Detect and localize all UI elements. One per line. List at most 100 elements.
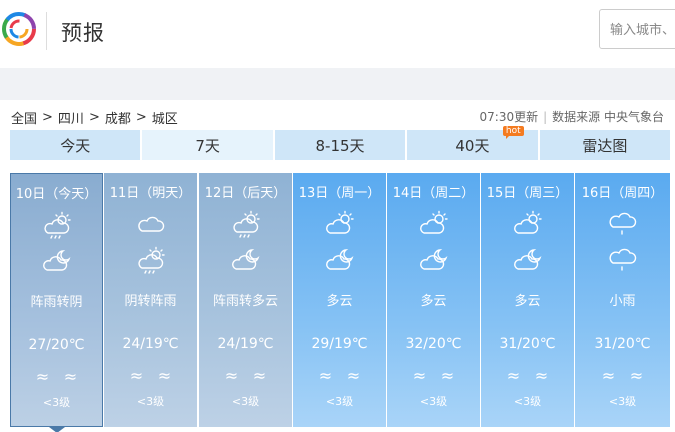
weather-condition: 阵雨转阴 xyxy=(30,295,83,310)
wind-level: <3级 xyxy=(325,395,354,408)
wind-level: <3级 xyxy=(513,395,542,408)
thunder-shower-icon xyxy=(137,246,165,274)
forecast-tabs: 今天 7天 8-15天 40天 hot 雷达图 xyxy=(10,126,671,160)
tab-label: 40天 xyxy=(455,136,490,155)
tab-40-days[interactable]: 40天 hot xyxy=(407,126,538,160)
tab-8-15-days[interactable]: 8-15天 xyxy=(274,130,406,160)
wind-level: <3级 xyxy=(419,395,448,408)
partly-cloudy-night-icon xyxy=(42,250,70,271)
update-meta: 07:30更新 | 数据来源 中央气象台 xyxy=(480,108,664,125)
light-rain-icon xyxy=(608,212,636,235)
ad-band xyxy=(0,68,675,100)
breadcrumb-separator: > xyxy=(88,110,100,125)
wind-icon: ≈ xyxy=(346,366,361,385)
weather-condition: 阵雨转多云 xyxy=(212,294,278,309)
breadcrumb-province[interactable]: 四川 xyxy=(58,108,84,127)
weather-condition: 多云 xyxy=(514,294,541,309)
header-divider xyxy=(46,12,47,50)
temperature-range: 29/19℃ xyxy=(311,336,368,352)
temperature-range: 32/20℃ xyxy=(405,336,462,352)
temperature-range: 31/20℃ xyxy=(594,336,651,352)
selected-day-pointer xyxy=(49,427,65,432)
page-title: 预报 xyxy=(61,21,105,45)
tab-label: 雷达图 xyxy=(582,136,628,155)
breadcrumb: 全国 > 四川 > 成都 > 城区 xyxy=(11,108,178,127)
day-card[interactable]: 16日（周四） 小雨 31/20℃ ≈ ≈ <3级 xyxy=(575,173,670,427)
thunder-shower-icon xyxy=(43,211,71,239)
wind-direction-icons: ≈ ≈ xyxy=(11,367,102,386)
partly-cloudy-day-icon xyxy=(513,210,542,234)
breadcrumb-district[interactable]: 城区 xyxy=(152,108,178,127)
breadcrumb-country[interactable]: 全国 xyxy=(11,108,37,127)
wind-level: <3级 xyxy=(42,396,71,409)
breadcrumb-separator: > xyxy=(42,110,53,125)
wind-direction-icons: ≈ ≈ xyxy=(481,366,574,385)
breadcrumb-city[interactable]: 成都 xyxy=(105,108,131,127)
city-search-input[interactable] xyxy=(610,20,675,40)
partly-cloudy-night-icon xyxy=(419,249,447,270)
tab-radar[interactable]: 雷达图 xyxy=(539,130,671,160)
wind-icon: ≈ xyxy=(534,366,549,385)
day-card[interactable]: 13日（周一） 多云 29/19℃ ≈ ≈ <3级 xyxy=(293,173,386,427)
wind-level: <3级 xyxy=(136,395,165,408)
weather-condition: 多云 xyxy=(326,294,353,309)
temperature-range: 24/19℃ xyxy=(122,336,179,352)
header: 预报 xyxy=(0,0,675,66)
wind-icon: ≈ xyxy=(35,367,50,386)
wind-direction-icons: ≈ ≈ xyxy=(575,366,670,385)
day-date: 16日（周四） xyxy=(581,186,664,201)
temperature-range: 24/19℃ xyxy=(217,336,274,352)
tab-7-days[interactable]: 7天 xyxy=(142,130,273,160)
day-date: 13日（周一） xyxy=(298,186,381,201)
wind-direction-icons: ≈ ≈ xyxy=(199,366,292,385)
wind-direction-icons: ≈ ≈ xyxy=(293,366,386,385)
wind-icon: ≈ xyxy=(629,366,644,385)
city-search-box[interactable] xyxy=(599,9,675,49)
partly-cloudy-night-icon xyxy=(231,249,259,270)
weather-condition: 多云 xyxy=(420,294,447,309)
wind-level: <3级 xyxy=(231,395,260,408)
light-rain-icon xyxy=(608,248,636,271)
tab-label: 7天 xyxy=(195,136,220,155)
wind-direction-icons: ≈ ≈ xyxy=(104,366,197,385)
temperature-range: 31/20℃ xyxy=(499,336,556,352)
day-date: 14日（周二） xyxy=(392,186,475,201)
weather-condition: 小雨 xyxy=(609,294,636,309)
forecast-days: 10日（今天） 阵雨转阴 27/20℃ ≈ ≈ <3级 11日（明天） 阴转阵雨 24/19℃ ≈… xyxy=(10,173,670,432)
wind-icon: ≈ xyxy=(224,366,239,385)
partly-cloudy-night-icon xyxy=(513,249,541,270)
day-date: 10日（今天） xyxy=(15,187,98,202)
partly-cloudy-day-icon xyxy=(325,210,354,234)
partly-cloudy-night-icon xyxy=(325,249,353,270)
day-date: 12日（后天） xyxy=(204,186,287,201)
day-card[interactable]: 15日（周三） 多云 31/20℃ ≈ ≈ <3级 xyxy=(481,173,574,427)
data-source: 数据来源 中央气象台 xyxy=(552,110,664,124)
wind-icon: ≈ xyxy=(440,366,455,385)
day-date: 15日（周三） xyxy=(486,186,569,201)
day-card[interactable]: 14日（周二） 多云 32/20℃ ≈ ≈ <3级 xyxy=(387,173,480,427)
wind-icon: ≈ xyxy=(63,367,78,386)
meta-divider: | xyxy=(543,109,548,124)
wind-direction-icons: ≈ ≈ xyxy=(387,366,480,385)
site-logo-icon[interactable] xyxy=(0,8,40,52)
day-card[interactable]: 12日（后天） 阵雨转多云 24/19℃ ≈ ≈ <3级 xyxy=(199,173,292,427)
wind-icon: ≈ xyxy=(129,366,144,385)
cloudy-icon xyxy=(137,216,164,232)
wind-icon: ≈ xyxy=(157,366,172,385)
tab-label: 8-15天 xyxy=(315,136,365,155)
update-time: 07:30更新 xyxy=(479,110,539,124)
wind-icon: ≈ xyxy=(601,366,616,385)
day-card[interactable]: 10日（今天） 阵雨转阴 27/20℃ ≈ ≈ <3级 xyxy=(10,173,103,432)
temperature-range: 27/20℃ xyxy=(28,337,85,353)
wind-icon: ≈ xyxy=(252,366,267,385)
wind-icon: ≈ xyxy=(412,366,427,385)
day-card[interactable]: 11日（明天） 阴转阵雨 24/19℃ ≈ ≈ <3级 xyxy=(104,173,197,427)
wind-icon: ≈ xyxy=(318,366,333,385)
tab-today[interactable]: 今天 xyxy=(10,130,141,160)
hot-badge: hot xyxy=(502,126,524,139)
wind-icon: ≈ xyxy=(506,366,521,385)
weather-condition: 阴转阵雨 xyxy=(124,294,177,309)
tab-label: 今天 xyxy=(60,136,91,155)
wind-level: <3级 xyxy=(608,395,637,408)
breadcrumb-separator: > xyxy=(135,110,147,125)
